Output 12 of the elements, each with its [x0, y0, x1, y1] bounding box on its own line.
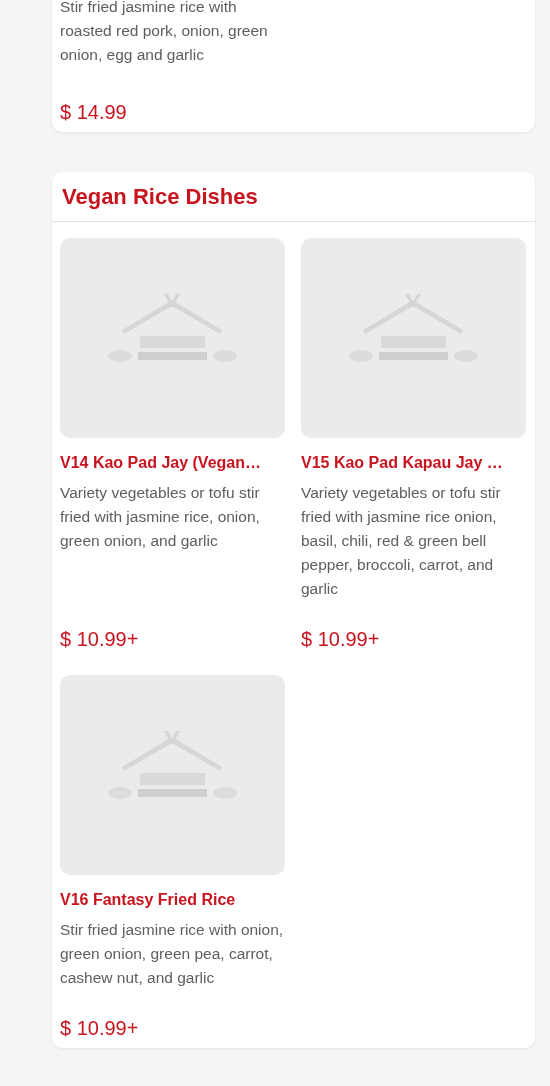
dish-description: Variety vegetables or tofu stir fried with jasmine rice, onion, green onion, and garlic: [60, 483, 261, 551]
dish-price: $ 10.99+: [60, 1016, 140, 1040]
dish-price: $ 10.99+: [60, 627, 140, 651]
dish-description: Stir fried jasmine rice with onion, green onion, green pea, carrot, cashew nut, and garlic: [60, 920, 285, 988]
section-title: Vegan Rice Dishes: [62, 183, 258, 210]
dish-name[interactable]: V14 Kao Pad Jay (Vegan…: [60, 452, 285, 474]
dish-name[interactable]: V15 Kao Pad Kapau Jay …: [301, 452, 527, 474]
dish-description: Variety vegetables or tofu stir fried with jasmine rice onion, basil, chili, red & green bell pepper, broccoli, carrot, and garlic: [301, 483, 502, 599]
dish-name[interactable]: V16 Fantasy Fried Rice: [60, 889, 285, 911]
dish-price: $ 10.99+: [301, 627, 381, 651]
dish-description: Stir fried jasmine rice with roasted red pork, onion, green onion, egg and garlic: [60, 0, 269, 65]
dish-price: $ 14.99: [60, 100, 128, 124]
